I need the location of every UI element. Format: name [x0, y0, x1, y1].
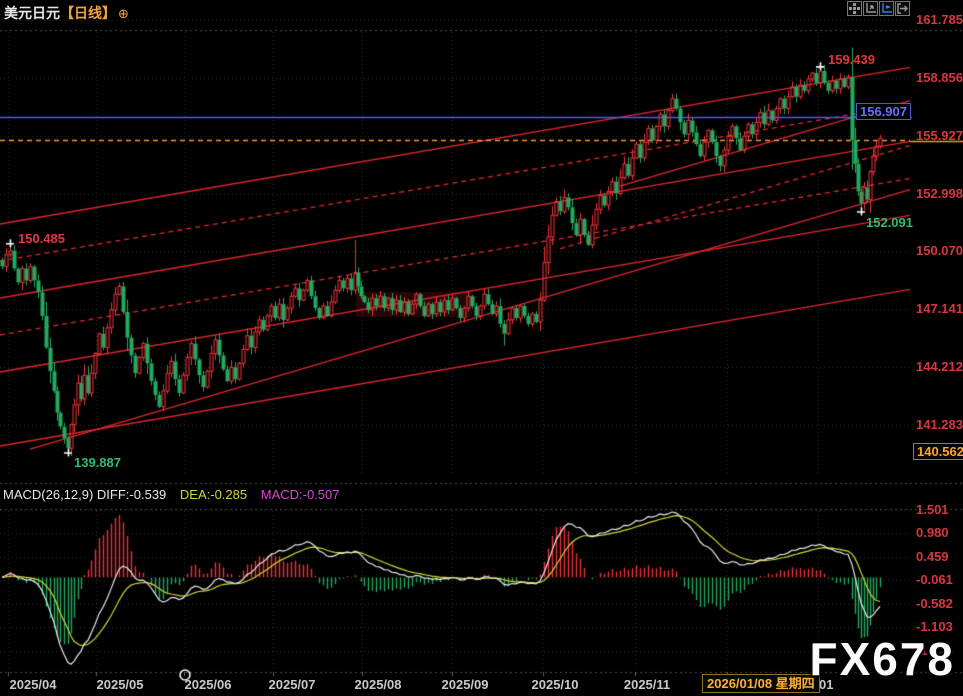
axis-scale-tool-button[interactable] — [863, 1, 878, 16]
price-axis-label: 155.927 — [916, 129, 963, 143]
price-axis-label: 158.856 — [916, 71, 963, 85]
add-indicator-icon[interactable]: ⊕ — [118, 6, 129, 21]
titlebar: 美元日元【日线】⊕ — [4, 3, 129, 23]
price-axis-label: 161.785 — [916, 13, 963, 27]
time-axis-label: 2025/11 — [624, 677, 670, 692]
chart-toolbar — [847, 1, 910, 16]
macd-diff-value: MACD(26,12,9) DIFF:-0.539 — [3, 487, 166, 502]
price-axis-label: 152.998 — [916, 187, 963, 201]
pan-right-icon — [897, 3, 908, 14]
macd-axis-label: -0.582 — [916, 597, 953, 611]
crosshair-price-label: 140.562 — [913, 443, 963, 460]
instrument-title: 美元日元 — [4, 5, 60, 21]
pan-right-tool-button[interactable] — [895, 1, 910, 16]
time-axis-label: 2025/04 — [10, 677, 57, 692]
axis-flag-icon — [881, 3, 892, 14]
price-axis-label: 147.141 — [916, 302, 963, 316]
crosshair-date-label: 2026/01/08 星期四 — [702, 674, 820, 693]
macd-value: MACD:-0.507 — [261, 487, 340, 502]
macd-dea-value: DEA:-0.285 — [180, 487, 247, 502]
time-axis-label: 2025/05 — [97, 677, 144, 692]
chart-canvas[interactable] — [0, 0, 963, 696]
time-axis-label: 2025/06 — [185, 677, 232, 692]
macd-axis-label: 0.980 — [916, 526, 949, 540]
crosshair-tool-button[interactable] — [847, 1, 862, 16]
time-axis-label: 2025/07 — [269, 677, 316, 692]
macd-axis-label: 0.459 — [916, 550, 949, 564]
chart-app: 美元日元【日线】⊕ MACD(26,12,9) DIFF:-0.539 DEA:… — [0, 0, 963, 696]
crash-low-label: 152.091 — [866, 215, 913, 230]
timeframe-label[interactable]: 【日线】 — [60, 5, 116, 21]
axis-flag-tool-button[interactable] — [879, 1, 894, 16]
macd-axis-label: 1.501 — [916, 503, 949, 517]
axis-scale-icon — [865, 3, 876, 14]
macd-indicator-header[interactable]: MACD(26,12,9) DIFF:-0.539 DEA:-0.285 MAC… — [3, 487, 339, 502]
peak-price-label: 159.439 — [828, 52, 875, 67]
price-axis-label: 141.283 — [916, 418, 963, 432]
april-high-label: 150.485 — [18, 231, 65, 246]
macd-axis-label: -0.061 — [916, 573, 953, 587]
price-axis-label: 150.070 — [916, 244, 963, 258]
april-low-label: 139.887 — [74, 455, 121, 470]
fx678-watermark: FX678 — [809, 632, 955, 686]
blue-level-label[interactable]: 156.907 — [856, 103, 911, 120]
time-axis-label: 2025/10 — [532, 677, 579, 692]
crosshair-icon — [849, 3, 860, 14]
time-axis-label: 2025/09 — [442, 677, 489, 692]
time-axis-label: 2025/08 — [355, 677, 402, 692]
price-axis-label: 144.212 — [916, 360, 963, 374]
